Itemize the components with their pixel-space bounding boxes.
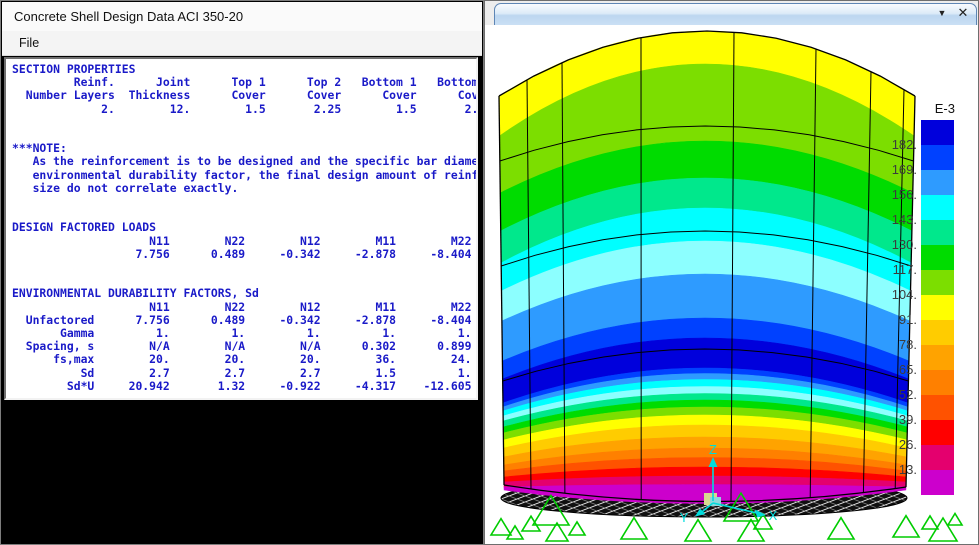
left-window-titlebar[interactable]: Concrete Shell Design Data ACI 350-20 bbox=[2, 2, 482, 32]
model-view-canvas[interactable]: Z X Y E-3 182. 169. 156. 143. 130. 117. 104. 91. 7… bbox=[485, 25, 978, 544]
legend-value: 169. bbox=[877, 162, 917, 177]
legend-value: 156. bbox=[877, 187, 917, 202]
legend-band bbox=[921, 345, 954, 370]
diagram-window-tabstrip: Longitudinal Reinforcement Intensity As … bbox=[485, 1, 978, 26]
window-close-button[interactable]: ✕ bbox=[954, 4, 972, 22]
axis-label-y: Y bbox=[680, 510, 689, 525]
legend-band bbox=[921, 220, 954, 245]
window-dropdown-button[interactable]: ▼ bbox=[933, 4, 951, 22]
diagram-window-tab[interactable]: Longitudinal Reinforcement Intensity As … bbox=[494, 3, 977, 25]
legend-band bbox=[921, 420, 954, 445]
diagram-window: Longitudinal Reinforcement Intensity As … bbox=[484, 0, 979, 545]
axis-triad: Z X Y bbox=[680, 442, 778, 525]
left-window-title: Concrete Shell Design Data ACI 350-20 bbox=[14, 9, 243, 24]
concrete-shell-design-window: Concrete Shell Design Data ACI 350-20 Fi… bbox=[0, 0, 484, 545]
legend-value: 117. bbox=[877, 262, 917, 277]
legend-band bbox=[921, 195, 954, 220]
legend-band bbox=[921, 270, 954, 295]
legend-value: 143. bbox=[877, 212, 917, 227]
tank-outline bbox=[499, 31, 915, 502]
desktop: Concrete Shell Design Data ACI 350-20 Fi… bbox=[0, 0, 979, 545]
legend-band bbox=[921, 145, 954, 170]
legend-value: 91. bbox=[877, 312, 917, 327]
close-icon: ✕ bbox=[958, 5, 969, 20]
legend-band bbox=[921, 170, 954, 195]
legend-value: 52. bbox=[877, 387, 917, 402]
legend-band bbox=[921, 320, 954, 345]
legend-value: 39. bbox=[877, 412, 917, 427]
legend-value: 78. bbox=[877, 337, 917, 352]
legend-value: 130. bbox=[877, 237, 917, 252]
legend-band bbox=[921, 295, 954, 320]
legend-value: 104. bbox=[877, 287, 917, 302]
axis-label-z: Z bbox=[709, 442, 717, 457]
legend-band bbox=[921, 395, 954, 420]
support-icons bbox=[491, 493, 962, 541]
base-mat-mesh bbox=[501, 479, 907, 517]
menu-item-file[interactable]: File bbox=[10, 31, 48, 55]
legend-band bbox=[921, 120, 954, 145]
legend-value: 26. bbox=[877, 437, 917, 452]
axis-label-x: X bbox=[769, 508, 778, 523]
design-report-panel: SECTION PROPERTIES Reinf. Joint Top 1 To… bbox=[4, 57, 478, 400]
design-report-text: SECTION PROPERTIES Reinf. Joint Top 1 To… bbox=[12, 63, 476, 393]
legend-value: 65. bbox=[877, 362, 917, 377]
legend-band bbox=[921, 445, 954, 470]
legend-band bbox=[921, 245, 954, 270]
legend-value: 13. bbox=[877, 462, 917, 477]
contour-legend: E-3 182. 169. 156. 143. 130. 117. 104. 91. 78. 65… bbox=[877, 101, 957, 511]
legend-band bbox=[921, 370, 954, 395]
legend-band bbox=[921, 470, 954, 495]
left-window-menubar: File bbox=[2, 31, 482, 56]
legend-color-bar bbox=[921, 120, 954, 495]
shell-mesh-lines bbox=[500, 32, 914, 501]
chevron-down-icon: ▼ bbox=[938, 8, 947, 18]
wall-contour-bands bbox=[499, 31, 915, 504]
legend-exponent-label: E-3 bbox=[921, 101, 955, 116]
legend-value: 182. bbox=[877, 137, 917, 152]
legend-value-labels: 182. 169. 156. 143. 130. 117. 104. 91. 78. 65. 52.… bbox=[877, 120, 917, 495]
tank-3d-model: Z X Y bbox=[485, 1, 978, 544]
